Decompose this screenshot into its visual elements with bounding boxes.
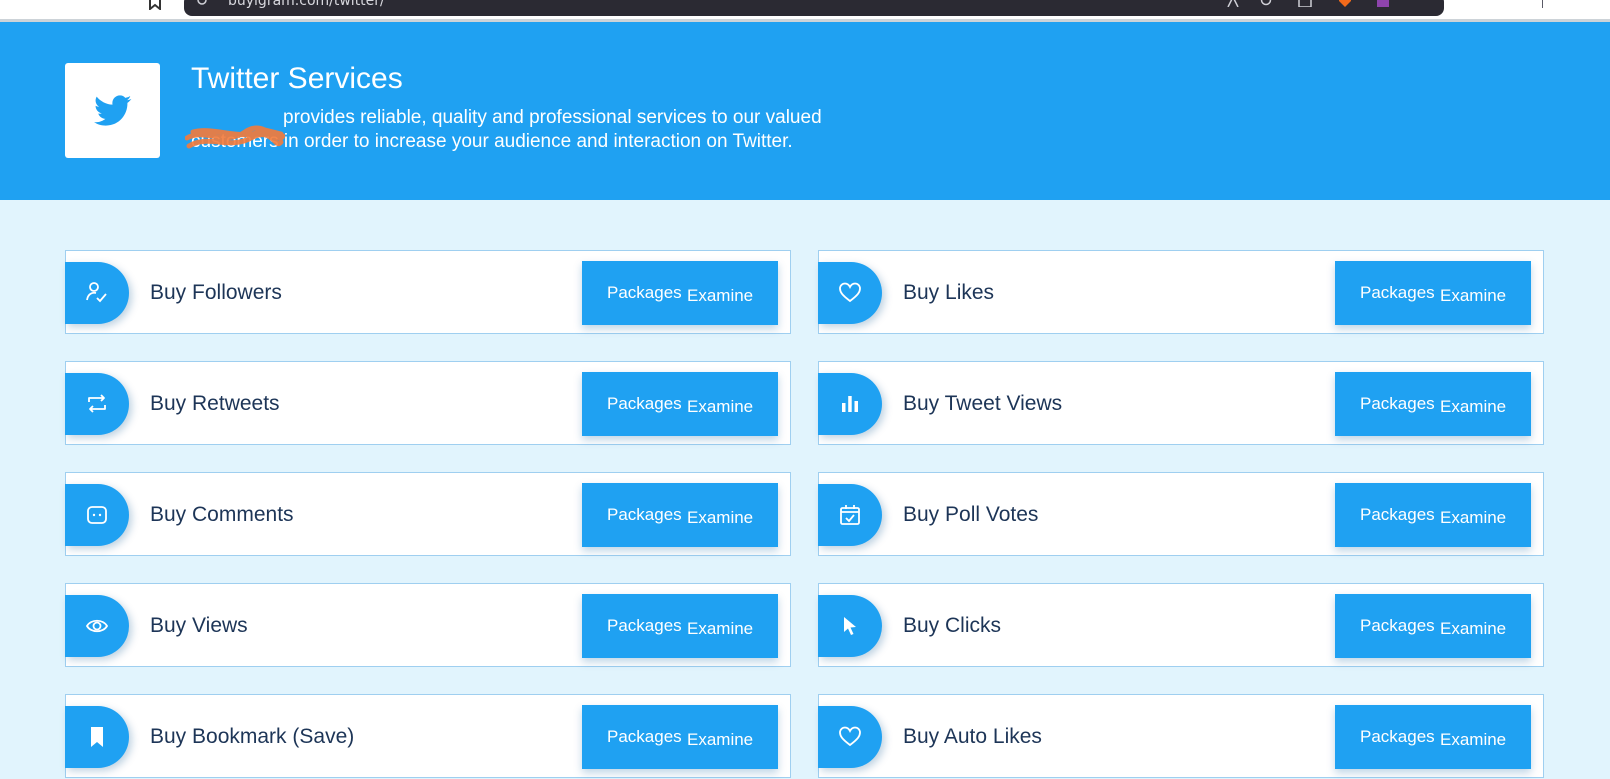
hero-logo (65, 63, 160, 158)
site-info-icon[interactable] (196, 0, 208, 8)
packages-examine-button[interactable]: Packages Examine (582, 372, 778, 436)
service-title: Buy Retweets (150, 392, 280, 415)
comment-icon (87, 506, 107, 524)
tab-icon[interactable] (1298, 0, 1312, 7)
heart-icon (839, 726, 861, 747)
button-label-examine: Examine (687, 619, 754, 638)
button-label-packages: Packages (1360, 394, 1435, 413)
url-text[interactable]: buyigram.com/twitter/ (228, 0, 385, 8)
service-icon-tab (65, 595, 129, 657)
toolbar-separator (1542, 0, 1543, 8)
calendar-check-icon (840, 505, 860, 525)
eye-icon (85, 619, 109, 633)
button-label-examine: Examine (1440, 508, 1507, 527)
service-card: Buy Retweets Packages Examine (65, 361, 791, 445)
button-label-packages: Packages (1360, 727, 1435, 746)
button-label-packages: Packages (607, 394, 682, 413)
service-card: Buy Clicks Packages Examine (818, 583, 1544, 667)
service-icon-tab (818, 373, 882, 435)
bookmark-star-icon[interactable] (148, 0, 162, 10)
button-label-packages: Packages (1360, 283, 1435, 302)
button-label-packages: Packages (607, 727, 682, 746)
bookmark-icon (91, 727, 103, 747)
service-card: Buy Followers Packages Examine (65, 250, 791, 334)
hero-banner: Twitter Services provides reliable, qual… (0, 22, 1610, 200)
button-label-examine: Examine (1440, 286, 1507, 305)
service-title: Buy Auto Likes (903, 725, 1042, 748)
button-label-examine: Examine (1440, 619, 1507, 638)
button-label-examine: Examine (687, 508, 754, 527)
button-label-examine: Examine (1440, 730, 1507, 749)
service-title: Buy Views (150, 614, 248, 637)
service-card: Buy Bookmark (Save) Packages Examine (65, 694, 791, 778)
packages-examine-button[interactable]: Packages Examine (582, 594, 778, 658)
button-label-examine: Examine (687, 397, 754, 416)
twitter-bird-icon (93, 94, 131, 126)
service-icon-tab (818, 262, 882, 324)
extension-icon[interactable] (1376, 0, 1390, 7)
service-icon-tab (65, 373, 129, 435)
button-label-packages: Packages (1360, 616, 1435, 635)
button-label-examine: Examine (1440, 397, 1507, 416)
heart-icon (839, 282, 861, 303)
page-title: Twitter Services (191, 62, 403, 95)
button-label-examine: Examine (687, 730, 754, 749)
service-icon-tab (818, 484, 882, 546)
button-label-packages: Packages (607, 616, 682, 635)
packages-examine-button[interactable]: Packages Examine (1335, 372, 1531, 436)
service-icon-tab (65, 484, 129, 546)
packages-examine-button[interactable]: Packages Examine (1335, 483, 1531, 547)
service-card: Buy Auto Likes Packages Examine (818, 694, 1544, 778)
packages-examine-button[interactable]: Packages Examine (582, 705, 778, 769)
service-icon-tab (65, 706, 129, 768)
service-title: Buy Clicks (903, 614, 1002, 637)
service-title: Buy Poll Votes (903, 503, 1039, 526)
address-bar[interactable]: buyigram.com/twitter/ (184, 0, 1543, 16)
packages-examine-button[interactable]: Packages Examine (1335, 705, 1531, 769)
page-description: provides reliable, quality and professio… (191, 106, 871, 154)
service-card: Buy Views Packages Examine (65, 583, 791, 667)
browser-chrome: buyigram.com/twitter/ (0, 0, 1610, 22)
button-label-examine: Examine (687, 286, 754, 305)
service-title: Buy Comments (150, 503, 294, 526)
service-icon-tab (65, 262, 129, 324)
cursor-icon (844, 617, 856, 635)
reader-icon[interactable] (1226, 0, 1240, 7)
packages-examine-button[interactable]: Packages Examine (582, 261, 778, 325)
button-label-packages: Packages (607, 283, 682, 302)
retweet-icon (88, 394, 106, 413)
user-check-icon (86, 282, 107, 303)
packages-examine-button[interactable]: Packages Examine (582, 483, 778, 547)
button-label-packages: Packages (607, 505, 682, 524)
service-title: Buy Tweet Views (903, 392, 1063, 415)
service-card: Buy Poll Votes Packages Examine (818, 472, 1544, 556)
packages-examine-button[interactable]: Packages Examine (1335, 594, 1531, 658)
service-icon-tab (818, 595, 882, 657)
service-title: Buy Followers (150, 281, 282, 304)
zoom-icon[interactable] (1260, 0, 1274, 7)
service-card: Buy Likes Packages Examine (818, 250, 1544, 334)
bar-chart-icon (842, 396, 858, 412)
service-card: Buy Comments Packages Examine (65, 472, 791, 556)
service-card: Buy Tweet Views Packages Examine (818, 361, 1544, 445)
service-title: Buy Bookmark (Save) (150, 725, 355, 748)
brave-shield-icon[interactable] (1338, 0, 1352, 7)
redaction-scribble (185, 125, 285, 149)
service-icon-tab (818, 706, 882, 768)
page-description-text: provides reliable, quality and professio… (191, 107, 822, 152)
service-title: Buy Likes (903, 281, 995, 304)
packages-examine-button[interactable]: Packages Examine (1335, 261, 1531, 325)
button-label-packages: Packages (1360, 505, 1435, 524)
